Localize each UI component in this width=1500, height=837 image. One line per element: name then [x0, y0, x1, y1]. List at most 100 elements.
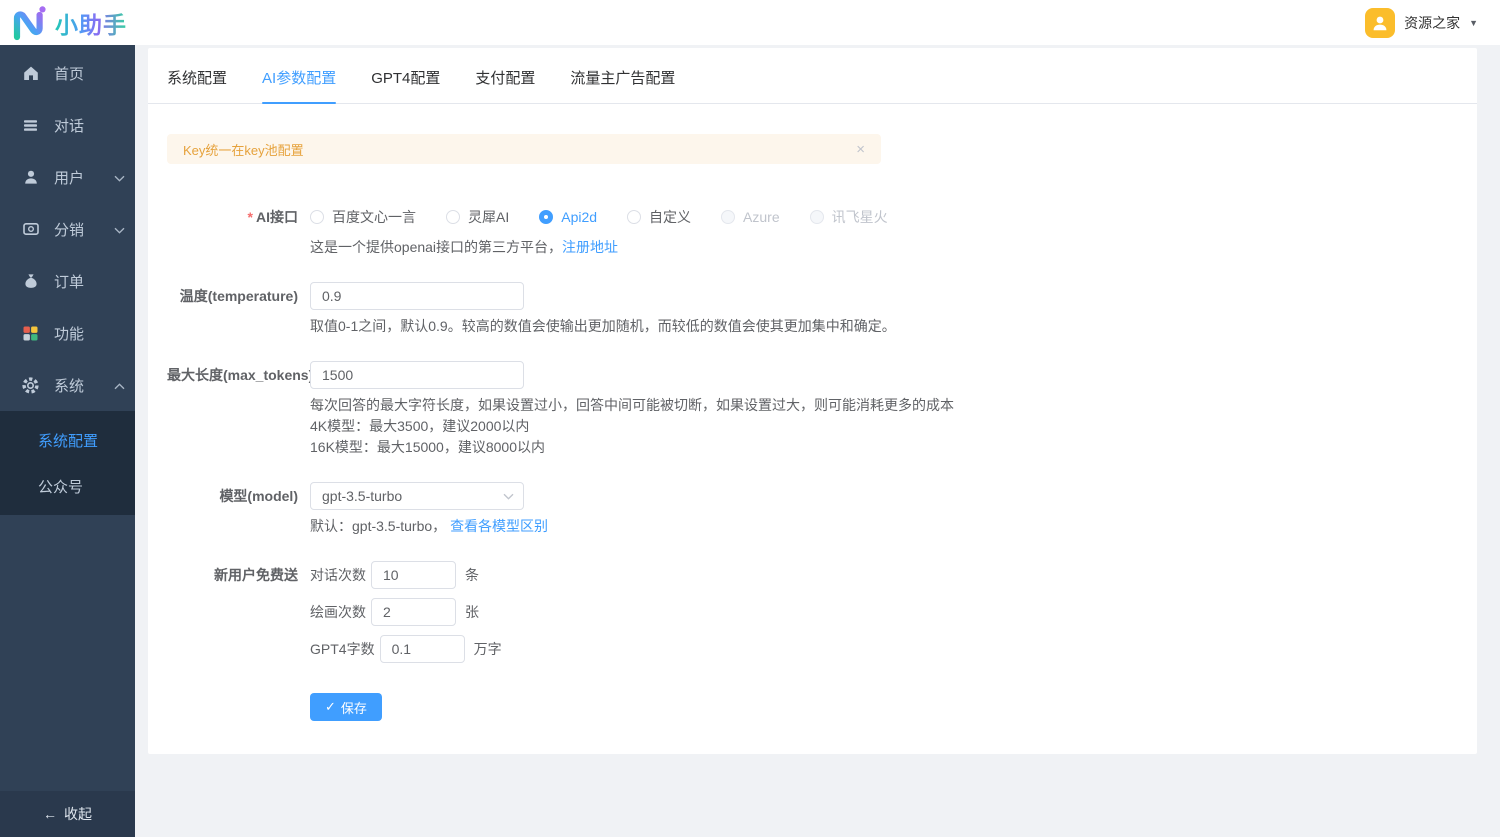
free-gpt4-input[interactable] — [380, 635, 465, 663]
sidebar-item-chat[interactable]: 对话 — [0, 99, 135, 151]
radio-icon — [310, 210, 324, 224]
radio-disabled-icon — [721, 210, 735, 224]
person-icon — [1371, 14, 1389, 32]
sidebar-item-label: 系统 — [54, 375, 84, 396]
sidebar-item-users[interactable]: 用户 — [0, 151, 135, 203]
free-chat-row: 对话次数 条 — [310, 561, 502, 589]
system-submenu: 系统配置 公众号 — [0, 411, 135, 515]
sidebar-item-label: 用户 — [54, 167, 84, 188]
model-select-value: gpt-3.5-turbo — [322, 488, 402, 504]
free-chat-label: 对话次数 — [310, 565, 366, 585]
radio-azure: Azure — [721, 209, 780, 225]
user-icon — [21, 168, 40, 187]
list-icon — [21, 116, 40, 135]
max-tokens-input[interactable] — [310, 361, 524, 389]
free-gifts-label: 新用户免费送 — [167, 561, 310, 663]
app-logo[interactable]: 小助手 — [0, 5, 127, 41]
free-draw-row: 绘画次数 张 — [310, 598, 502, 626]
form-row-api: *AI接口 百度文心一言 灵犀AI — [167, 203, 1477, 258]
tab-payment-config[interactable]: 支付配置 — [475, 67, 535, 103]
ai-logo-icon — [9, 5, 49, 41]
free-draw-input[interactable] — [371, 598, 456, 626]
chevron-down-icon — [503, 493, 514, 500]
sidebar-item-home[interactable]: 首页 — [0, 47, 135, 99]
back-arrow-icon: ← — [43, 806, 57, 822]
radio-selected-icon — [539, 210, 553, 224]
model-help-text: 默认：gpt-3.5-turbo， 查看各模型区别 — [310, 516, 548, 537]
radio-custom[interactable]: 自定义 — [627, 207, 691, 227]
form-row-max-tokens: 最大长度(max_tokens) 每次回答的最大字符长度，如果设置过小，回答中间… — [167, 361, 1477, 458]
radio-xunfei: 讯飞星火 — [810, 207, 888, 227]
register-link[interactable]: 注册地址 — [562, 239, 618, 255]
logo-text: 小助手 — [55, 6, 127, 40]
save-button-label: 保存 — [341, 698, 367, 717]
radio-api2d[interactable]: Api2d — [539, 209, 597, 225]
ai-params-form: *AI接口 百度文心一言 灵犀AI — [148, 164, 1477, 721]
free-draw-label: 绘画次数 — [310, 602, 366, 622]
api-label: *AI接口 — [167, 203, 310, 258]
radio-lingxi-ai[interactable]: 灵犀AI — [446, 207, 509, 227]
coupon-icon — [21, 220, 40, 239]
max-tokens-label: 最大长度(max_tokens) — [167, 361, 310, 458]
sidebar-collapse-button[interactable]: ← 收起 — [0, 791, 135, 837]
warning-alert: Key统一在key池配置 × — [167, 134, 881, 164]
max-tokens-help-text-2: 4K模型：最大3500，建议2000以内 — [310, 416, 954, 437]
free-chat-unit: 条 — [465, 565, 479, 585]
sidebar-item-label: 分销 — [54, 219, 84, 240]
alert-text: Key统一在key池配置 — [183, 140, 304, 159]
radio-baidu-wenxin[interactable]: 百度文心一言 — [310, 207, 416, 227]
free-gpt4-unit: 万字 — [474, 639, 502, 659]
chevron-down-icon — [114, 169, 125, 186]
home-icon — [21, 64, 40, 83]
model-diff-link[interactable]: 查看各模型区别 — [450, 518, 548, 534]
chevron-up-icon — [114, 377, 125, 394]
max-tokens-help-text-1: 每次回答的最大字符长度，如果设置过小，回答中间可能被切断，如果设置过大，则可能消… — [310, 395, 954, 416]
free-draw-unit: 张 — [465, 602, 479, 622]
sidebar-item-system[interactable]: 系统 — [0, 359, 135, 411]
tab-system-config[interactable]: 系统配置 — [167, 67, 227, 103]
temperature-label: 温度(temperature) — [167, 282, 310, 337]
required-mark: * — [248, 209, 253, 225]
form-row-temperature: 温度(temperature) 取值0-1之间，默认0.9。较高的数值会使输出更… — [167, 282, 1477, 337]
sidebar-item-system-config[interactable]: 系统配置 — [0, 417, 135, 463]
chevron-down-icon — [114, 221, 125, 238]
model-select[interactable]: gpt-3.5-turbo — [310, 482, 524, 510]
top-header: 小助手 资源之家 ▼ — [0, 0, 1500, 45]
tab-ai-params[interactable]: AI参数配置 — [262, 67, 336, 103]
sidebar: 首页 对话 用户 — [0, 45, 135, 837]
sidebar-item-label: 首页 — [54, 63, 84, 84]
temperature-input[interactable] — [310, 282, 524, 310]
check-icon: ✓ — [325, 699, 336, 715]
radio-icon — [446, 210, 460, 224]
submenu-item-label: 系统配置 — [38, 430, 98, 451]
api-help-text: 这是一个提供openai接口的第三方平台，注册地址 — [310, 237, 918, 258]
money-bag-icon — [21, 272, 40, 291]
settings-tabs: 系统配置 AI参数配置 GPT4配置 支付配置 流量主广告配置 — [148, 48, 1477, 104]
radio-disabled-icon — [810, 210, 824, 224]
radio-icon — [627, 210, 641, 224]
settings-card: 系统配置 AI参数配置 GPT4配置 支付配置 流量主广告配置 Key统一在ke… — [148, 48, 1477, 754]
sidebar-item-label: 对话 — [54, 115, 84, 136]
free-chat-input[interactable] — [371, 561, 456, 589]
user-name: 资源之家 — [1404, 13, 1460, 33]
submenu-item-label: 公众号 — [38, 476, 83, 497]
user-menu[interactable]: 资源之家 ▼ — [1365, 8, 1500, 38]
sidebar-item-features[interactable]: 功能 — [0, 307, 135, 359]
free-gpt4-row: GPT4字数 万字 — [310, 635, 502, 663]
sidebar-item-orders[interactable]: 订单 — [0, 255, 135, 307]
temperature-help-text: 取值0-1之间，默认0.9。较高的数值会使输出更加随机，而较低的数值会使其更加集… — [310, 316, 896, 337]
user-avatar — [1365, 8, 1395, 38]
gear-icon — [21, 376, 40, 395]
sidebar-item-official-account[interactable]: 公众号 — [0, 463, 135, 509]
sidebar-item-distribution[interactable]: 分销 — [0, 203, 135, 255]
save-button[interactable]: ✓ 保存 — [310, 693, 382, 721]
sidebar-item-label: 订单 — [54, 271, 84, 292]
model-label: 模型(model) — [167, 482, 310, 537]
tab-gpt4-config[interactable]: GPT4配置 — [371, 67, 440, 103]
tab-ad-config[interactable]: 流量主广告配置 — [570, 67, 675, 103]
close-icon[interactable]: × — [856, 142, 865, 157]
main-area: 系统配置 AI参数配置 GPT4配置 支付配置 流量主广告配置 Key统一在ke… — [135, 45, 1500, 837]
max-tokens-help-text-3: 16K模型：最大15000，建议8000以内 — [310, 437, 954, 458]
grid-apps-icon — [21, 324, 40, 343]
collapse-label: 收起 — [64, 804, 92, 824]
